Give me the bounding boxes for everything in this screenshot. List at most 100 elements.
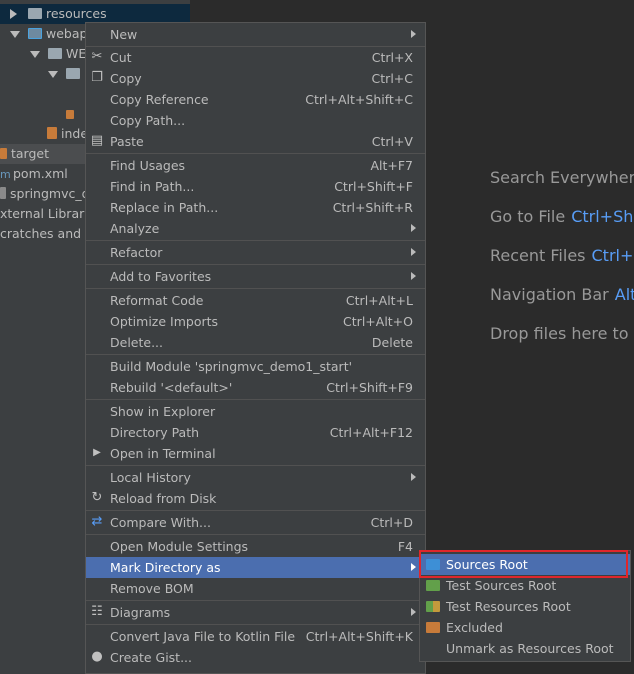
collapse-arrow-icon[interactable] — [10, 31, 20, 38]
menu-item-label: Build Module 'springmvc_demo1_start' — [110, 359, 353, 374]
welcome-recent-files: Recent Files Ctrl+E — [490, 246, 634, 265]
tree-item-label: resources — [46, 6, 107, 21]
menu-item-add-to-favorites[interactable]: Add to Favorites — [86, 266, 425, 287]
menu-item-label: Convert Java File to Kotlin File — [110, 629, 296, 644]
menu-item-label: Optimize Imports — [110, 314, 219, 329]
menu-item-shortcut: Ctrl+Shift+F — [334, 179, 413, 194]
menu-item-optimize-imports[interactable]: Optimize Imports Ctrl+Alt+O — [86, 311, 425, 332]
menu-item-label: Compare With... — [110, 515, 211, 530]
menu-item-shortcut: Ctrl+Alt+Shift+C — [305, 92, 413, 107]
collapse-arrow-icon[interactable] — [48, 71, 58, 78]
menu-item-shortcut: F4 — [397, 539, 413, 554]
menu-item-label: Delete... — [110, 335, 163, 350]
menu-item-reformat-code[interactable]: Reformat Code Ctrl+Alt+L — [86, 290, 425, 311]
submenu-item-excluded[interactable]: Excluded — [420, 617, 630, 638]
collapse-arrow-icon[interactable] — [30, 51, 40, 58]
mark-directory-submenu: Sources Root Test Sources Root Test Reso… — [419, 550, 631, 662]
menu-separator — [86, 264, 425, 265]
menu-item-open-module-settings[interactable]: Open Module Settings F4 — [86, 536, 425, 557]
menu-separator — [86, 624, 425, 625]
menu-item-shortcut: Ctrl+Shift+F9 — [326, 380, 413, 395]
menu-separator — [86, 153, 425, 154]
menu-item-shortcut: Alt+F7 — [370, 158, 413, 173]
submenu-arrow-icon — [411, 473, 416, 481]
menu-item-create-gist[interactable]: ● Create Gist... — [86, 647, 425, 668]
tree-item-file[interactable] — [66, 104, 78, 124]
welcome-drop-files: Drop files here to o — [490, 324, 634, 343]
menu-item-label: Diagrams — [110, 605, 171, 620]
menu-item-shortcut: Ctrl+Alt+Shift+K — [305, 629, 413, 644]
menu-item-open-in-terminal[interactable]: ▶ Open in Terminal — [86, 443, 425, 464]
menu-item-label: Reformat Code — [110, 293, 204, 308]
menu-item-local-history[interactable]: Local History — [86, 467, 425, 488]
menu-item-directory-path[interactable]: Directory Path Ctrl+Alt+F12 — [86, 422, 425, 443]
menu-item-label: Reload from Disk — [110, 491, 217, 506]
menu-item-label: Directory Path — [110, 425, 200, 440]
scissors-icon: ✂ — [91, 49, 103, 64]
menu-item-label: New — [110, 27, 138, 42]
submenu-arrow-icon — [411, 248, 416, 256]
submenu-item-label: Test Sources Root — [446, 578, 557, 593]
submenu-item-sources-root[interactable]: Sources Root — [420, 554, 630, 575]
menu-item-cut[interactable]: ✂ Cut Ctrl+X — [86, 47, 425, 68]
tree-item-label: inde — [61, 126, 89, 141]
submenu-item-test-resources-root[interactable]: Test Resources Root — [420, 596, 630, 617]
menu-item-find-in-path[interactable]: Find in Path... Ctrl+Shift+F — [86, 176, 425, 197]
welcome-shortcut: Ctrl+E — [591, 246, 634, 265]
welcome-navigation-bar: Navigation Bar Alt — [490, 285, 634, 304]
menu-item-show-in-explorer[interactable]: Show in Explorer — [86, 401, 425, 422]
menu-item-label: Refactor — [110, 245, 163, 260]
expand-arrow-icon[interactable] — [10, 9, 17, 19]
menu-item-copy-reference[interactable]: Copy Reference Ctrl+Alt+Shift+C — [86, 89, 425, 110]
welcome-shortcut: Alt — [614, 285, 634, 304]
copy-icon: ❐ — [91, 70, 103, 85]
menu-item-label: Find Usages — [110, 158, 186, 173]
menu-item-find-usages[interactable]: Find Usages Alt+F7 — [86, 155, 425, 176]
menu-item-analyze[interactable]: Analyze — [86, 218, 425, 239]
menu-item-rebuild[interactable]: Rebuild '<default>' Ctrl+Shift+F9 — [86, 377, 425, 398]
menu-item-label: Copy Reference — [110, 92, 209, 107]
menu-item-paste[interactable]: ▤ Paste Ctrl+V — [86, 131, 425, 152]
submenu-item-label: Test Resources Root — [446, 599, 571, 614]
menu-item-new[interactable]: New — [86, 24, 425, 45]
menu-item-diagrams[interactable]: ☷ Diagrams — [86, 602, 425, 623]
menu-item-remove-bom[interactable]: Remove BOM — [86, 578, 425, 599]
menu-item-reload-from-disk[interactable]: ↻ Reload from Disk — [86, 488, 425, 509]
menu-item-label: Create Gist... — [110, 650, 193, 665]
welcome-search-everywhere: Search Everywhere — [490, 168, 634, 187]
terminal-icon: ▶ — [93, 447, 101, 458]
menu-item-label: Mark Directory as — [110, 560, 221, 575]
menu-item-compare-with[interactable]: ⇄ Compare With... Ctrl+D — [86, 512, 425, 533]
submenu-item-unmark[interactable]: Unmark as Resources Root — [420, 638, 630, 659]
context-menu: New ✂ Cut Ctrl+X ❐ Copy Ctrl+C Copy Refe… — [85, 22, 426, 674]
module-file-icon — [0, 187, 6, 199]
menu-item-copy[interactable]: ❐ Copy Ctrl+C — [86, 68, 425, 89]
tree-item-label: cratches and C — [0, 226, 94, 241]
tree-item-resources[interactable]: resources — [0, 4, 190, 24]
menu-item-convert-to-kotlin[interactable]: Convert Java File to Kotlin File Ctrl+Al… — [86, 626, 425, 647]
menu-item-delete[interactable]: Delete... Delete — [86, 332, 425, 353]
menu-item-shortcut: Delete — [371, 335, 413, 350]
menu-item-refactor[interactable]: Refactor — [86, 242, 425, 263]
menu-item-shortcut: Ctrl+C — [371, 71, 413, 86]
welcome-label: Drop files here to o — [490, 324, 634, 343]
welcome-goto-file: Go to File Ctrl+Shi — [490, 207, 634, 226]
tree-item-label: xternal Librarie — [0, 206, 96, 221]
diagram-icon: ☷ — [91, 604, 103, 619]
submenu-item-test-sources-root[interactable]: Test Sources Root — [420, 575, 630, 596]
tree-item-label: WE — [66, 46, 87, 61]
maven-icon: m — [0, 168, 11, 181]
submenu-arrow-icon — [411, 30, 416, 38]
menu-separator — [86, 399, 425, 400]
menu-item-copy-path[interactable]: Copy Path... — [86, 110, 425, 131]
menu-item-mark-directory-as[interactable]: Mark Directory as — [86, 557, 425, 578]
excluded-folder-icon — [426, 622, 440, 633]
menu-item-shortcut: Ctrl+Alt+L — [345, 293, 413, 308]
github-icon: ● — [91, 649, 103, 664]
menu-item-label: Find in Path... — [110, 179, 195, 194]
tree-item-label: webap — [46, 26, 88, 41]
menu-item-replace-in-path[interactable]: Replace in Path... Ctrl+Shift+R — [86, 197, 425, 218]
submenu-arrow-icon — [411, 608, 416, 616]
menu-item-build-module[interactable]: Build Module 'springmvc_demo1_start' — [86, 356, 425, 377]
folder-icon — [48, 48, 62, 59]
